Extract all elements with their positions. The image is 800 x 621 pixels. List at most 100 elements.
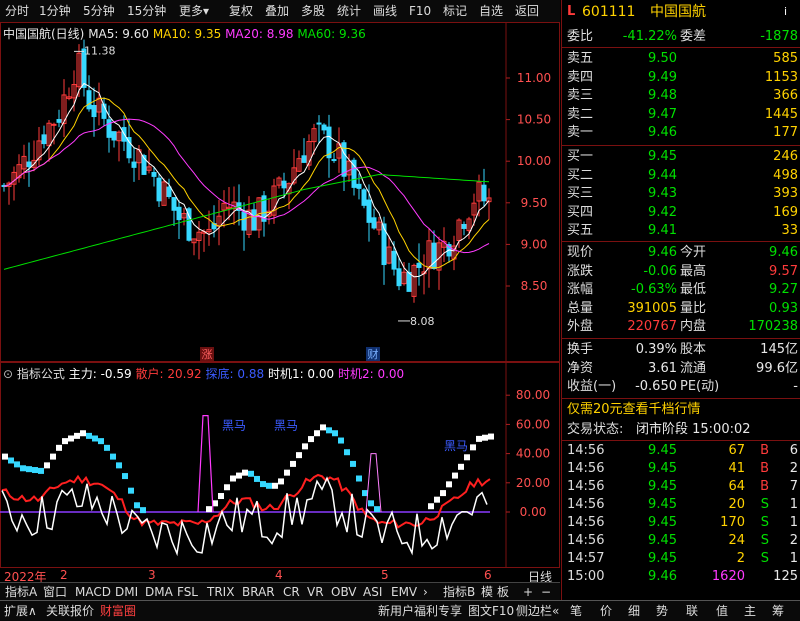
- add-pane-icon[interactable]: +: [520, 584, 536, 600]
- trend-step-block: [260, 481, 266, 488]
- ask-row[interactable]: 卖三 9.48 366: [562, 87, 800, 105]
- candle-body: [91, 104, 97, 118]
- fuquan-button[interactable]: 复权: [226, 3, 256, 19]
- bid-row[interactable]: 买二 9.44 498: [562, 167, 800, 185]
- tab-dmi[interactable]: DMI: [112, 584, 141, 600]
- bid-row[interactable]: 买一 9.45 246: [562, 148, 800, 166]
- tab-5min[interactable]: 5分钟: [80, 3, 118, 19]
- back-button[interactable]: 返回: [512, 3, 542, 19]
- tab-board[interactable]: 板: [494, 584, 512, 600]
- trend-step-block: [206, 506, 212, 513]
- ask-volume: 1153: [764, 69, 798, 85]
- tab-15min[interactable]: 15分钟: [124, 3, 169, 19]
- side-tab-lian[interactable]: 联: [686, 603, 698, 619]
- side-tab-shi[interactable]: 势: [656, 603, 668, 619]
- kline-chart[interactable]: 11.00 10.50 10.00 9.50 9.00 8.50 11.38 8.08 涨 财 中…: [0, 22, 560, 362]
- new-user-promo[interactable]: 新用户福利专享: [378, 603, 462, 619]
- tab-fenshi[interactable]: 分时: [2, 3, 32, 19]
- indicator-name[interactable]: 指标公式: [17, 367, 65, 381]
- tab-emv[interactable]: EMV: [388, 584, 420, 600]
- stat-label: 涨跌: [567, 263, 594, 279]
- bid-price: 9.42: [648, 204, 677, 220]
- stat2-label: 股本: [680, 342, 707, 357]
- overlay-button[interactable]: 叠加: [262, 3, 292, 19]
- side-tab-bi[interactable]: 笔: [570, 603, 582, 619]
- side-tab-chou[interactable]: 筹: [772, 603, 784, 619]
- promo-text: 仅需20元查看千档行情: [567, 402, 701, 417]
- ask-row[interactable]: 卖五 9.50 585: [562, 50, 800, 68]
- side-tab-xi[interactable]: 细: [628, 603, 640, 619]
- tab-window[interactable]: 窗口: [40, 584, 70, 600]
- tab-macd[interactable]: MACD: [72, 584, 114, 600]
- side-tab-jia[interactable]: 价: [600, 603, 612, 619]
- period-toolbar: 分时 1分钟 5分钟 15分钟 更多▾ 复权 叠加 多股 统计 画线 F10 标…: [0, 0, 560, 23]
- indicator-canvas: 80.0060.0040.0020.000.00黑马 黑马黑马: [0, 362, 560, 568]
- divider: [562, 398, 800, 399]
- more-label: 更多: [179, 4, 204, 18]
- expand-button[interactable]: 扩展∧: [4, 603, 37, 619]
- tab-obv[interactable]: OBV: [328, 584, 360, 600]
- trend-step-block: [50, 453, 56, 460]
- f10-graphic-button[interactable]: 图文F10: [468, 603, 514, 619]
- ask-row[interactable]: 卖四 9.49 1153: [562, 69, 800, 87]
- tab-trix[interactable]: TRIX: [204, 584, 237, 600]
- tab-dma[interactable]: DMA: [142, 584, 176, 600]
- divider: [562, 241, 800, 242]
- f10-button[interactable]: F10: [406, 3, 434, 19]
- tick-volume: 24: [728, 533, 745, 548]
- collapse-icon[interactable]: ⊙: [3, 367, 13, 381]
- side-tab-zhi[interactable]: 值: [716, 603, 728, 619]
- candle-body: [331, 159, 337, 162]
- promo-row[interactable]: 仅需20元查看千档行情: [562, 401, 800, 419]
- mark-button[interactable]: 标记: [440, 3, 470, 19]
- indicator-tick-label: 60.00: [516, 417, 550, 431]
- trend-step-block: [452, 472, 458, 479]
- candle-body: [396, 268, 402, 287]
- ask-price: 9.48: [648, 88, 677, 103]
- related-quote-button[interactable]: 关联报价: [46, 603, 94, 619]
- info-icon[interactable]: i: [784, 2, 787, 22]
- bid-volume: 246: [773, 149, 798, 164]
- side-tab-zhu[interactable]: 主: [744, 603, 756, 619]
- tab-cr[interactable]: CR: [280, 584, 303, 600]
- trend-step-block: [110, 453, 116, 460]
- stats-button[interactable]: 统计: [334, 3, 364, 19]
- bid-row[interactable]: 买四 9.42 169: [562, 204, 800, 222]
- tick-volume: 67: [728, 443, 745, 458]
- draw-line-button[interactable]: 画线: [370, 3, 400, 19]
- date-label-feb: 2: [60, 568, 68, 582]
- trade-tick-row: 14:56 9.45 67 B 6: [562, 442, 800, 460]
- trend-step-block: [344, 449, 350, 456]
- event-tag-cai-label: 财: [368, 347, 379, 361]
- trade-tick-row: 15:00 9.46 1620 125: [562, 568, 800, 586]
- ask-row[interactable]: 卖一 9.46 177: [562, 124, 800, 142]
- trend-step-block: [368, 500, 374, 507]
- trade-tick-row: 14:56 9.45 41 B 2: [562, 460, 800, 478]
- remove-pane-icon[interactable]: −: [538, 584, 554, 600]
- watchlist-button[interactable]: 自选: [476, 3, 506, 19]
- price-tick-label: 9.50: [521, 196, 548, 210]
- wealth-circle-button[interactable]: 财富圈: [100, 603, 136, 619]
- tab-asi[interactable]: ASI: [360, 584, 385, 600]
- tab-indicator-b[interactable]: 指标B: [440, 584, 478, 600]
- ask-row[interactable]: 卖二 9.47 1445: [562, 106, 800, 124]
- trend-step-block: [122, 473, 128, 480]
- tab-1min[interactable]: 1分钟: [36, 3, 74, 19]
- stat2-label: PE(动): [680, 379, 720, 394]
- bid-label: 买二: [567, 167, 594, 183]
- stat-label: 最低: [680, 282, 707, 297]
- tab-fsl[interactable]: FSL: [174, 584, 201, 600]
- bid-row[interactable]: 买五 9.41 33: [562, 222, 800, 240]
- sidebar-button[interactable]: 侧边栏«: [516, 603, 559, 619]
- bid-row[interactable]: 买三 9.43 393: [562, 185, 800, 203]
- tab-vr[interactable]: VR: [304, 584, 327, 600]
- indicator-chart[interactable]: 80.00 60.00 40.00 20.00 0.00 黑马 黑马 黑马 ⊙ 指标公式 主力…: [0, 362, 560, 568]
- tabs-scroll-right-icon[interactable]: ›: [420, 584, 431, 600]
- stat2-label: 流通: [680, 360, 707, 376]
- tab-indicator-a[interactable]: 指标A: [2, 584, 40, 600]
- tab-brar[interactable]: BRAR: [239, 584, 278, 600]
- multi-stock-button[interactable]: 多股: [298, 3, 328, 19]
- candle-body: [366, 199, 372, 223]
- legend-ma60: MA60: 9.36: [297, 27, 366, 41]
- tab-more[interactable]: 更多▾: [176, 3, 212, 19]
